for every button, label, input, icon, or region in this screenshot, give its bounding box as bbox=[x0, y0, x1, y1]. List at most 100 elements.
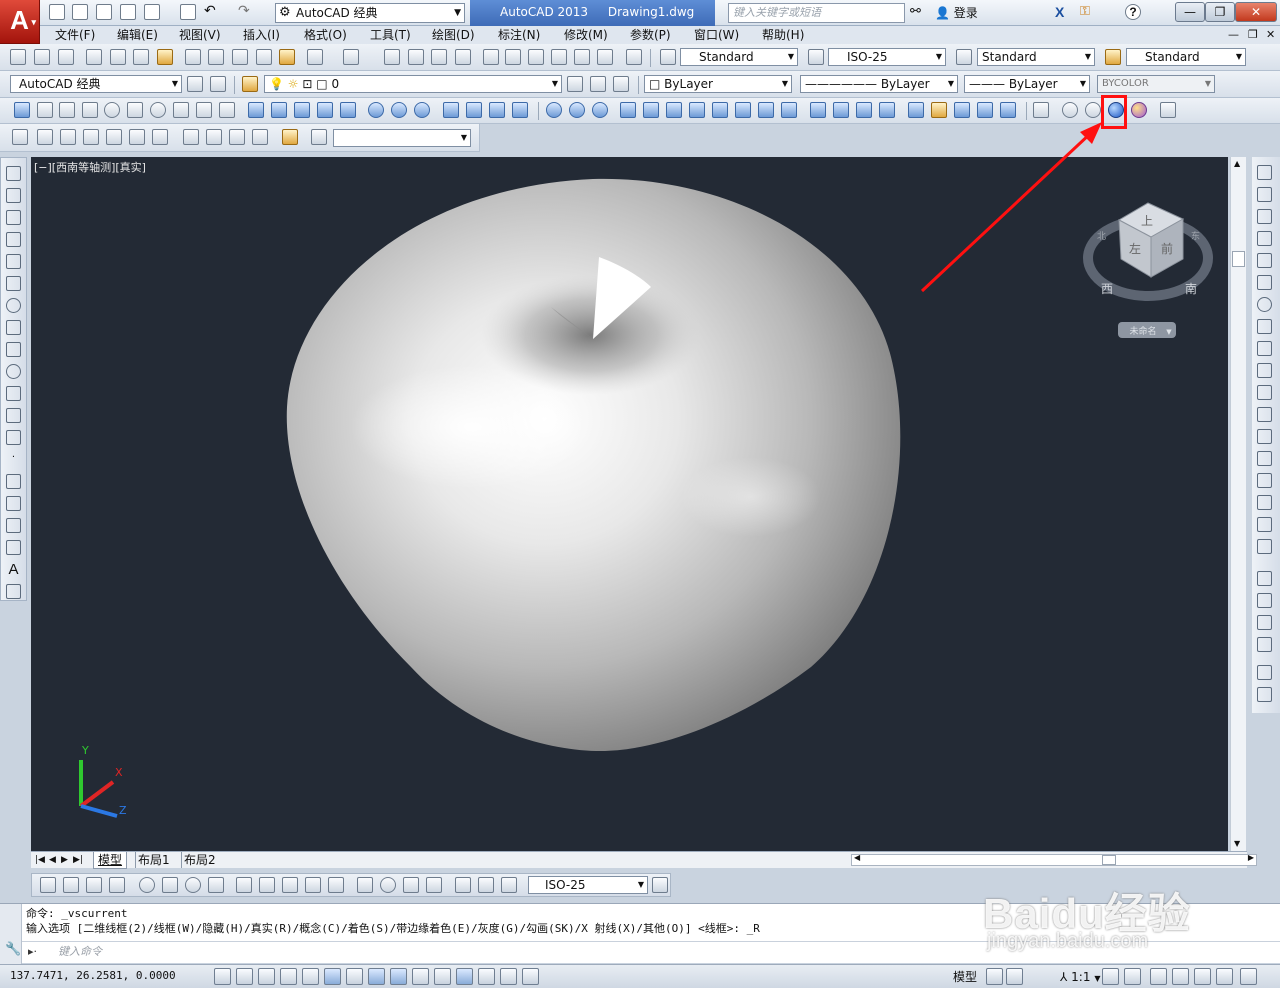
command-input[interactable]: ▸· 键入命令 bbox=[22, 941, 1280, 963]
named-views-icon[interactable] bbox=[12, 129, 28, 145]
zoom-window-icon[interactable] bbox=[431, 49, 447, 65]
conceptual-visual-style-icon[interactable] bbox=[1131, 102, 1147, 118]
arc-icon[interactable] bbox=[6, 276, 21, 291]
rotate-icon[interactable] bbox=[1257, 297, 1272, 312]
se-isometric-icon[interactable] bbox=[206, 129, 222, 145]
back-view-icon[interactable] bbox=[152, 129, 168, 145]
menu-file[interactable]: 文件(F) bbox=[55, 27, 95, 43]
ortho-mode-button[interactable] bbox=[280, 968, 297, 985]
ordinate-dim-icon[interactable] bbox=[109, 877, 125, 893]
baseline-dim-icon[interactable] bbox=[259, 877, 275, 893]
menu-dimension[interactable]: 标注(N) bbox=[498, 27, 540, 43]
rectangle-icon[interactable] bbox=[6, 254, 21, 269]
new-icon[interactable] bbox=[10, 49, 26, 65]
inspection-icon[interactable] bbox=[403, 877, 419, 893]
zoom-realtime-icon[interactable] bbox=[408, 49, 424, 65]
dim-space-icon[interactable] bbox=[305, 877, 321, 893]
torus-icon[interactable] bbox=[150, 102, 166, 118]
right-view-icon[interactable] bbox=[106, 129, 122, 145]
sw-isometric-icon[interactable] bbox=[183, 129, 199, 145]
2d-wireframe-icon[interactable] bbox=[1033, 102, 1049, 118]
grid-display-button[interactable] bbox=[258, 968, 275, 985]
infer-constraints-button[interactable] bbox=[214, 968, 231, 985]
tool-palettes-icon[interactable] bbox=[528, 49, 544, 65]
color-select[interactable]: □ ByLayer ▼ bbox=[644, 75, 792, 93]
send-to-back-icon[interactable] bbox=[1257, 615, 1272, 630]
tab-nav-prev-icon[interactable]: ◀ bbox=[49, 852, 56, 868]
command-window-grip[interactable]: 🔧 bbox=[0, 904, 22, 964]
3d-rotate-icon[interactable] bbox=[466, 102, 482, 118]
move-faces-icon[interactable] bbox=[643, 102, 659, 118]
help-icon[interactable] bbox=[626, 49, 642, 65]
join-icon[interactable] bbox=[1257, 451, 1272, 466]
open-icon[interactable] bbox=[34, 49, 50, 65]
check-icon[interactable] bbox=[954, 102, 970, 118]
dim-edit-icon[interactable] bbox=[455, 877, 471, 893]
workspace-switching-button[interactable] bbox=[1150, 968, 1167, 985]
polar-tracking-button[interactable] bbox=[302, 968, 319, 985]
maximize-button[interactable]: ❐ bbox=[1205, 2, 1235, 22]
bring-to-front-icon[interactable] bbox=[1257, 593, 1272, 608]
menu-tools[interactable]: 工具(T) bbox=[370, 27, 411, 43]
ucs-select[interactable]: ▼ bbox=[333, 129, 471, 147]
quick-view-layouts-button[interactable] bbox=[986, 968, 1003, 985]
tab-model[interactable]: 模型 bbox=[93, 852, 128, 869]
open-file-icon[interactable] bbox=[72, 4, 88, 20]
print-icon[interactable] bbox=[180, 4, 196, 20]
rotate-faces-icon[interactable] bbox=[712, 102, 728, 118]
exchange-icon[interactable]: X bbox=[1055, 4, 1071, 20]
toolbar-lock-button[interactable] bbox=[1172, 968, 1189, 985]
cut-icon[interactable] bbox=[185, 49, 201, 65]
multiline-text-icon[interactable]: A bbox=[6, 562, 21, 577]
menu-modify[interactable]: 修改(M) bbox=[564, 27, 608, 43]
tab-nav-last-icon[interactable]: ▶| bbox=[73, 852, 83, 868]
add-selected-icon[interactable] bbox=[6, 584, 21, 599]
viewport-controls-label[interactable]: [−][西南等轴测][真实] bbox=[34, 161, 146, 175]
lineweight-select[interactable]: ——— ByLayer ▼ bbox=[964, 75, 1090, 93]
scroll-right-icon[interactable]: ▶ bbox=[1248, 853, 1254, 862]
dim-text-edit-icon[interactable] bbox=[478, 877, 494, 893]
3d-print-icon[interactable] bbox=[157, 49, 173, 65]
menu-format[interactable]: 格式(O) bbox=[304, 27, 347, 43]
solid-subtract-icon[interactable] bbox=[569, 102, 585, 118]
copy-object-icon[interactable] bbox=[1257, 187, 1272, 202]
cylinder-icon[interactable] bbox=[127, 102, 143, 118]
solid-union-icon[interactable] bbox=[546, 102, 562, 118]
scale-text-icon[interactable] bbox=[1257, 687, 1272, 702]
tab-layout2[interactable]: 布局2 bbox=[181, 852, 218, 868]
dim-style-manager-icon[interactable] bbox=[652, 877, 668, 893]
extrude-icon[interactable] bbox=[248, 102, 264, 118]
login-button[interactable]: 👤 登录 bbox=[935, 4, 978, 22]
polyline-icon[interactable] bbox=[6, 210, 21, 225]
save-icon[interactable] bbox=[96, 4, 112, 20]
mirror-icon[interactable] bbox=[1257, 209, 1272, 224]
copy-icon[interactable] bbox=[208, 49, 224, 65]
ellipse-arc-icon[interactable] bbox=[6, 386, 21, 401]
text-style-select[interactable]: Standard ▼ bbox=[680, 48, 798, 66]
menu-parametric[interactable]: 参数(P) bbox=[630, 27, 671, 43]
plot-preview-icon[interactable] bbox=[144, 4, 160, 20]
ne-isometric-icon[interactable] bbox=[229, 129, 245, 145]
tolerance-icon[interactable] bbox=[357, 877, 373, 893]
undo-icon[interactable]: ↶ bbox=[204, 4, 220, 20]
scroll-thumb[interactable] bbox=[1232, 251, 1245, 267]
separate-icon[interactable] bbox=[908, 102, 924, 118]
loft-icon[interactable] bbox=[340, 102, 356, 118]
quick-properties-button[interactable] bbox=[478, 968, 495, 985]
arc-length-dim-icon[interactable] bbox=[86, 877, 102, 893]
doc-restore-icon[interactable]: ❐ bbox=[1248, 27, 1258, 43]
layer-properties-icon[interactable] bbox=[242, 76, 258, 92]
copy-edges-icon[interactable] bbox=[810, 102, 826, 118]
ucs-icon[interactable] bbox=[311, 129, 327, 145]
help-icon[interactable]: ? bbox=[1125, 4, 1141, 20]
clean-icon[interactable] bbox=[879, 102, 895, 118]
front-view-icon[interactable] bbox=[129, 129, 145, 145]
revision-cloud-icon[interactable] bbox=[6, 320, 21, 335]
menu-view[interactable]: 视图(V) bbox=[179, 27, 221, 43]
trim-icon[interactable] bbox=[1257, 363, 1272, 378]
preview-icon[interactable] bbox=[110, 49, 126, 65]
extend-icon[interactable] bbox=[1257, 385, 1272, 400]
jogged-linear-icon[interactable] bbox=[426, 877, 442, 893]
redo-icon[interactable] bbox=[343, 49, 359, 65]
menu-window[interactable]: 窗口(W) bbox=[694, 27, 739, 43]
